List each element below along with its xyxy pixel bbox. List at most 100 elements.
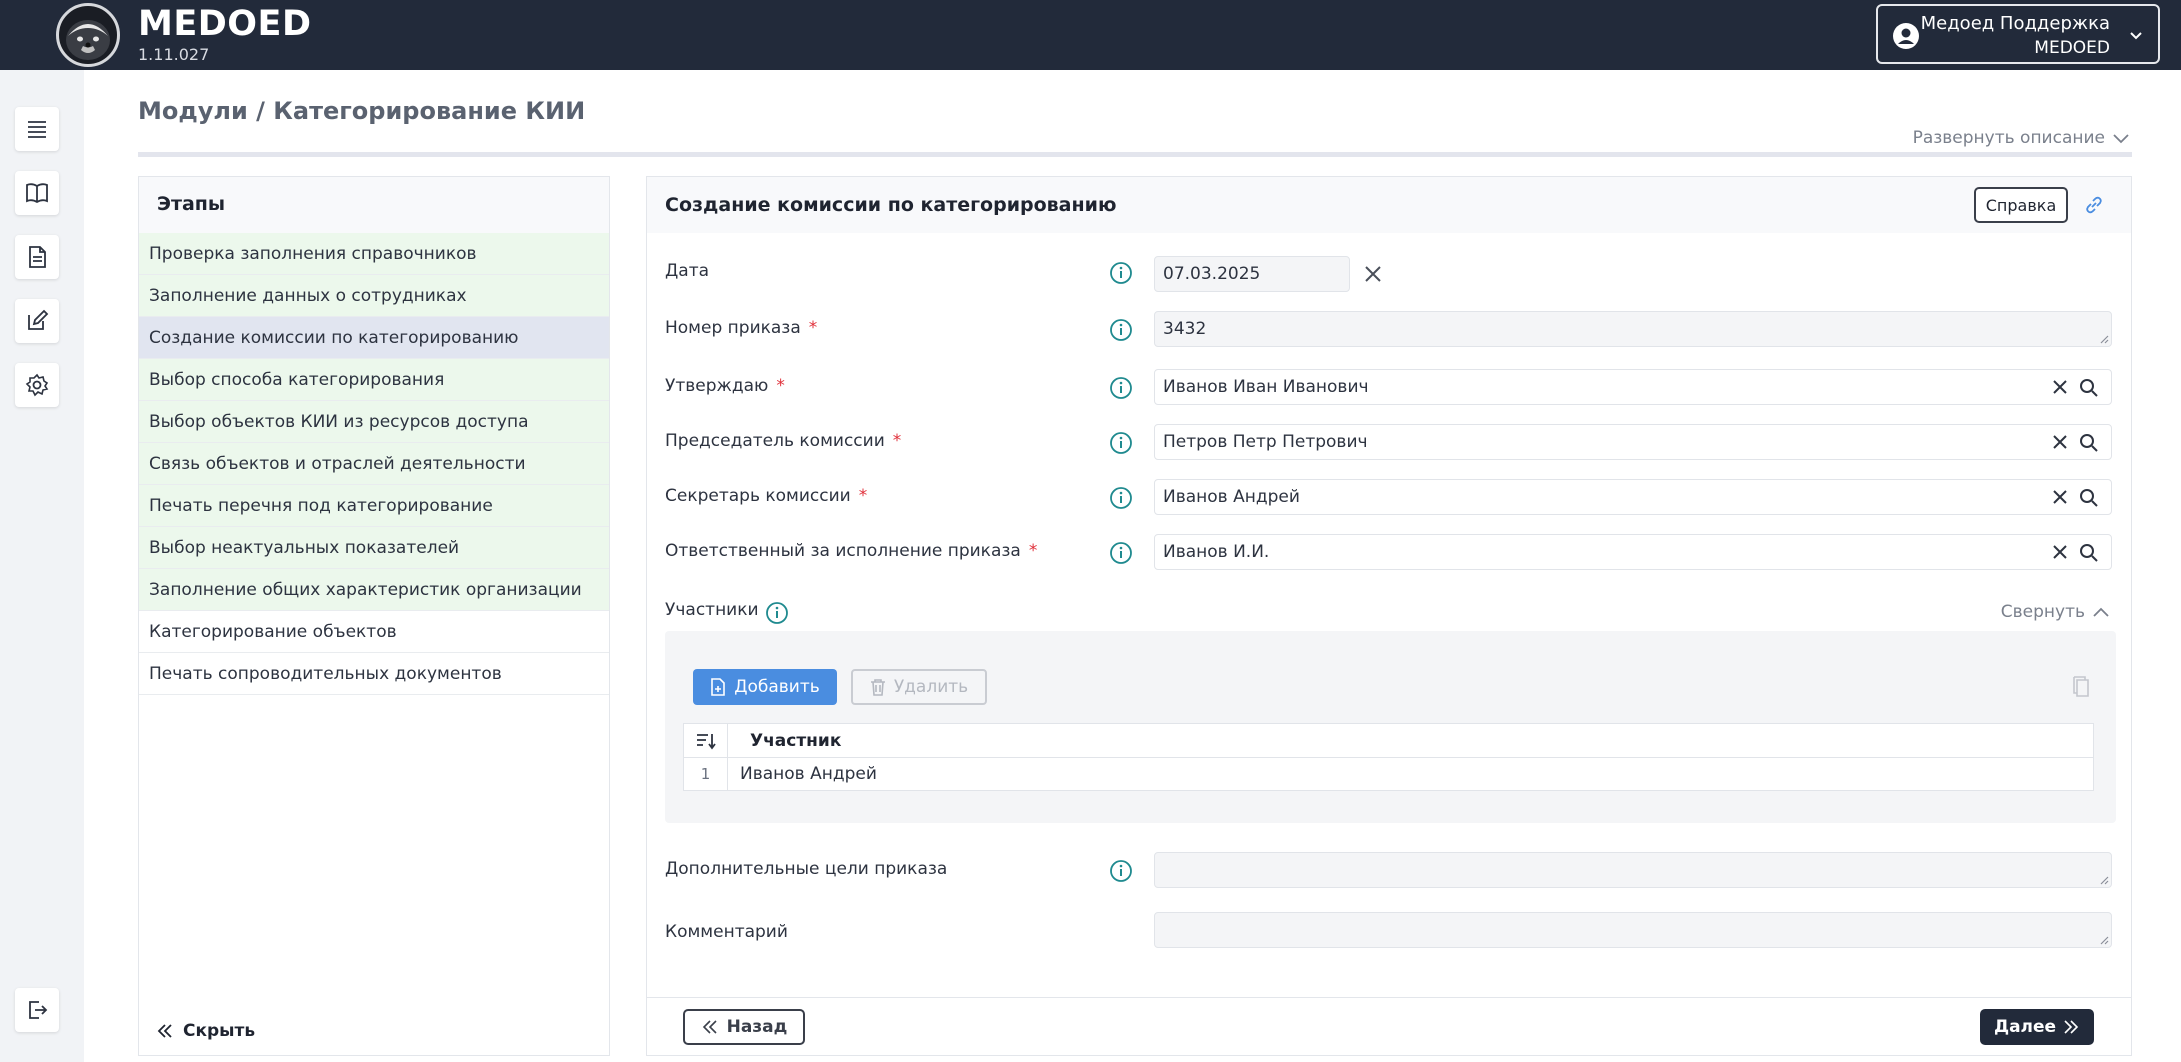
- rail-settings-button[interactable]: [15, 363, 59, 407]
- info-icon[interactable]: [1109, 376, 1133, 400]
- add-participant-button[interactable]: Добавить: [693, 669, 837, 705]
- user-org: MEDOED: [2034, 38, 2110, 58]
- rail-document-button[interactable]: [15, 235, 59, 279]
- info-icon[interactable]: [765, 601, 789, 625]
- stage-item[interactable]: Связь объектов и отраслей деятельности: [139, 443, 609, 485]
- stage-item-active[interactable]: Создание комиссии по категорированию: [139, 317, 609, 359]
- participants-table: Участник 1 Иванов Андрей: [683, 723, 2094, 791]
- stage-item[interactable]: Заполнение общих характеристик организац…: [139, 569, 609, 611]
- document-icon: [29, 246, 46, 268]
- secretary-label: Секретарь комиссии *: [665, 486, 868, 506]
- search-icon[interactable]: [2079, 488, 2099, 508]
- next-label: Далее: [1993, 1017, 2057, 1037]
- stages-title: Этапы: [157, 193, 226, 215]
- sort-icon[interactable]: [684, 724, 728, 758]
- info-icon[interactable]: [1109, 859, 1133, 883]
- clear-icon[interactable]: [2051, 433, 2069, 451]
- stage-label: Категорирование объектов: [149, 622, 397, 642]
- form-panel: Создание комиссии по категорированию Спр…: [646, 176, 2132, 1056]
- clear-icon[interactable]: [2051, 378, 2069, 396]
- help-button[interactable]: Справка: [1974, 187, 2068, 223]
- column-header-participant[interactable]: Участник: [750, 731, 841, 751]
- stage-item[interactable]: Выбор объектов КИИ из ресурсов доступа: [139, 401, 609, 443]
- logout-icon: [29, 1001, 48, 1019]
- back-button[interactable]: Назад: [683, 1009, 805, 1045]
- search-icon[interactable]: [2079, 433, 2099, 453]
- clear-icon[interactable]: [2051, 543, 2069, 561]
- resize-handle-icon[interactable]: [2099, 875, 2109, 885]
- link-icon[interactable]: [2083, 194, 2105, 221]
- settings-icon: [25, 373, 49, 397]
- resize-handle-icon[interactable]: [2099, 334, 2109, 344]
- rail-book-button[interactable]: [15, 171, 59, 215]
- stage-item[interactable]: Проверка заполнения справочников: [139, 233, 609, 275]
- approver-value: Иванов Иван Иванович: [1163, 377, 1369, 397]
- stages-panel: Этапы Проверка заполнения справочников З…: [138, 176, 610, 1056]
- stage-label: Создание комиссии по категорированию: [149, 328, 519, 348]
- search-icon[interactable]: [2079, 378, 2099, 398]
- secretary-value: Иванов Андрей: [1163, 487, 1300, 507]
- rail-edit-button[interactable]: [15, 299, 59, 343]
- info-icon[interactable]: [1109, 431, 1133, 455]
- comment-input[interactable]: [1154, 912, 2112, 948]
- delete-label: Удалить: [893, 677, 969, 697]
- stages-header: Этапы: [139, 177, 609, 233]
- chevron-down-icon: [2128, 27, 2144, 48]
- stage-item[interactable]: Печать сопроводительных документов: [139, 653, 609, 695]
- add-label: Добавить: [734, 677, 820, 697]
- stage-item[interactable]: Выбор неактуальных показателей: [139, 527, 609, 569]
- rail-logout-button[interactable]: [15, 988, 59, 1032]
- user-name: Медоед Поддержка: [1920, 13, 2110, 34]
- copy-icon[interactable]: [2071, 675, 2093, 699]
- add-file-icon: [711, 678, 726, 696]
- stage-label: Выбор неактуальных показателей: [149, 538, 460, 558]
- chairman-value: Петров Петр Петрович: [1163, 432, 1368, 452]
- clear-icon[interactable]: [2051, 488, 2069, 506]
- back-label: Назад: [726, 1017, 788, 1037]
- stage-item[interactable]: Выбор способа категорирования: [139, 359, 609, 401]
- app-title: MEDOED: [138, 4, 312, 44]
- table-header: Участник: [684, 724, 2093, 758]
- user-avatar-icon: [1892, 22, 1920, 55]
- participants-label: Участники: [665, 600, 759, 620]
- approver-label: Утверждаю *: [665, 376, 785, 396]
- stage-item[interactable]: Заполнение данных о сотрудниках: [139, 275, 609, 317]
- responsible-field[interactable]: Иванов И.И.: [1154, 534, 2112, 570]
- hide-stages-button[interactable]: Скрыть: [157, 1021, 255, 1041]
- order-number-label: Номер приказа *: [665, 318, 818, 338]
- rail-list-button[interactable]: [15, 107, 59, 151]
- honey-badger-logo[interactable]: [56, 3, 120, 67]
- double-chevron-left-icon: [702, 1020, 717, 1034]
- collapse-participants-toggle[interactable]: Свернуть: [2001, 602, 2109, 622]
- double-chevron-left-icon: [157, 1024, 172, 1038]
- info-icon[interactable]: [1109, 541, 1133, 565]
- chairman-field[interactable]: Петров Петр Петрович: [1154, 424, 2112, 460]
- order-number-input[interactable]: 3432: [1154, 311, 2112, 347]
- resize-handle-icon[interactable]: [2099, 935, 2109, 945]
- date-label: Дата: [665, 261, 710, 281]
- double-chevron-right-icon: [2064, 1020, 2079, 1034]
- date-field[interactable]: 07.03.2025: [1154, 256, 1350, 292]
- stage-label: Связь объектов и отраслей деятельности: [149, 454, 526, 474]
- stage-label: Заполнение данных о сотрудниках: [149, 286, 467, 306]
- extra-goals-input[interactable]: [1154, 852, 2112, 888]
- trash-icon: [870, 679, 885, 696]
- info-icon[interactable]: [1109, 318, 1133, 342]
- app-version: 1.11.027: [138, 45, 210, 64]
- info-icon[interactable]: [1109, 261, 1133, 285]
- search-icon[interactable]: [2079, 543, 2099, 563]
- expand-description-toggle[interactable]: Развернуть описание: [1913, 128, 2129, 148]
- collapse-label: Свернуть: [2000, 602, 2085, 622]
- approver-field[interactable]: Иванов Иван Иванович: [1154, 369, 2112, 405]
- chevron-up-icon: [2093, 607, 2109, 617]
- secretary-field[interactable]: Иванов Андрей: [1154, 479, 2112, 515]
- clear-date-icon[interactable]: [1363, 264, 1383, 284]
- next-button[interactable]: Далее: [1980, 1009, 2094, 1045]
- stage-item[interactable]: Категорирование объектов: [139, 611, 609, 653]
- info-icon[interactable]: [1109, 486, 1133, 510]
- stage-item[interactable]: Печать перечня под категорирование: [139, 485, 609, 527]
- delete-participant-button[interactable]: Удалить: [851, 669, 987, 705]
- user-menu[interactable]: Медоед Поддержка MEDOED: [1876, 4, 2160, 64]
- table-row[interactable]: 1 Иванов Андрей: [684, 758, 2093, 791]
- participant-name: Иванов Андрей: [740, 764, 877, 784]
